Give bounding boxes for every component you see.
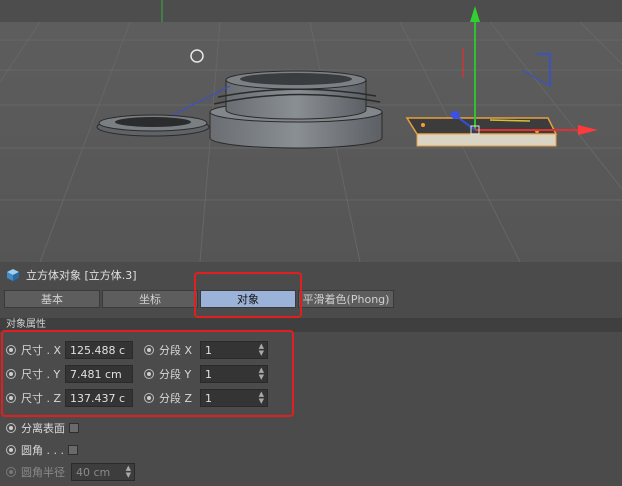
tab-basic[interactable]: 基本 xyxy=(4,290,100,308)
size-z-field[interactable]: 137.437 c xyxy=(65,389,133,407)
object-header: 立方体对象 [立方体.3] xyxy=(6,266,137,284)
object-title: 立方体对象 [立方体.3] xyxy=(26,269,137,282)
segment-z-row: 分段 Z 1 ▲ ▼ xyxy=(144,388,268,408)
segment-x-row: 分段 X 1 ▲ ▼ xyxy=(144,340,268,360)
z-axis-handle xyxy=(451,111,459,119)
fillet-radius-row: 圆角半径 40 cm ▲ ▼ xyxy=(6,462,135,482)
separate-surfaces-label: 分离表面 xyxy=(21,422,65,435)
tab-coordinates[interactable]: 坐标 xyxy=(102,290,198,308)
size-x-label: 尺寸 . X xyxy=(21,344,62,357)
animate-radio-icon[interactable] xyxy=(6,345,16,355)
segment-z-stepper[interactable]: 1 ▲ ▼ xyxy=(200,389,268,407)
tab-phong[interactable]: 平滑着色(Phong) xyxy=(298,290,394,308)
animate-radio-icon[interactable] xyxy=(144,369,154,379)
size-y-row: 尺寸 . Y 7.481 cm xyxy=(6,364,133,384)
separate-surfaces-row: 分离表面 xyxy=(6,418,79,438)
3d-viewport[interactable] xyxy=(0,0,622,262)
size-x-field[interactable]: 125.488 c xyxy=(65,341,133,359)
cube-icon xyxy=(7,269,19,281)
size-y-field[interactable]: 7.481 cm xyxy=(65,365,133,383)
size-y-label: 尺寸 . Y xyxy=(21,368,61,381)
segment-y-row: 分段 Y 1 ▲ ▼ xyxy=(144,364,268,384)
tab-bar: 基本 坐标 对象 平滑着色(Phong) xyxy=(4,290,618,310)
tab-object[interactable]: 对象 xyxy=(200,290,296,308)
segment-x-stepper[interactable]: 1 ▲ ▼ xyxy=(200,341,268,359)
size-z-row: 尺寸 . Z 137.437 c xyxy=(6,388,133,408)
animate-radio-icon[interactable] xyxy=(6,393,16,403)
viewport-sky xyxy=(0,0,622,22)
segment-y-stepper[interactable]: 1 ▲ ▼ xyxy=(200,365,268,383)
animate-radio-icon xyxy=(6,467,16,477)
stepper-arrows-icon: ▲ ▼ xyxy=(258,342,264,357)
viewport-scene[interactable] xyxy=(0,0,622,262)
animate-radio-icon[interactable] xyxy=(144,345,154,355)
fillet-label: 圆角 . . . xyxy=(21,444,64,457)
section-object-properties: 对象属性 xyxy=(0,318,622,332)
size-x-row: 尺寸 . X 125.488 c xyxy=(6,340,133,360)
segment-z-label: 分段 Z xyxy=(159,392,193,405)
fillet-radius-field: 40 cm ▲ ▼ xyxy=(71,463,135,481)
separate-surfaces-checkbox[interactable] xyxy=(69,423,79,433)
attribute-manager: 立方体对象 [立方体.3] 基本 坐标 对象 平滑着色(Phong) 对象属性 … xyxy=(0,262,622,486)
animate-radio-icon[interactable] xyxy=(144,393,154,403)
fillet-checkbox[interactable] xyxy=(67,445,78,455)
fillet-radius-label: 圆角半径 xyxy=(21,466,65,479)
animate-radio-icon[interactable] xyxy=(6,445,16,455)
segment-y-label: 分段 Y xyxy=(159,368,192,381)
stepper-arrows-icon: ▲ ▼ xyxy=(258,390,264,405)
animate-radio-icon[interactable] xyxy=(6,369,16,379)
animate-radio-icon[interactable] xyxy=(6,423,16,433)
stepper-arrows-icon: ▲ ▼ xyxy=(258,366,264,381)
lid-object xyxy=(96,114,210,137)
selected-cube-object xyxy=(405,117,558,147)
stepper-arrows-icon: ▲ ▼ xyxy=(125,464,131,479)
fillet-row: 圆角 . . . xyxy=(6,440,78,460)
segment-x-label: 分段 X xyxy=(159,344,193,357)
size-z-label: 尺寸 . Z xyxy=(21,392,62,405)
